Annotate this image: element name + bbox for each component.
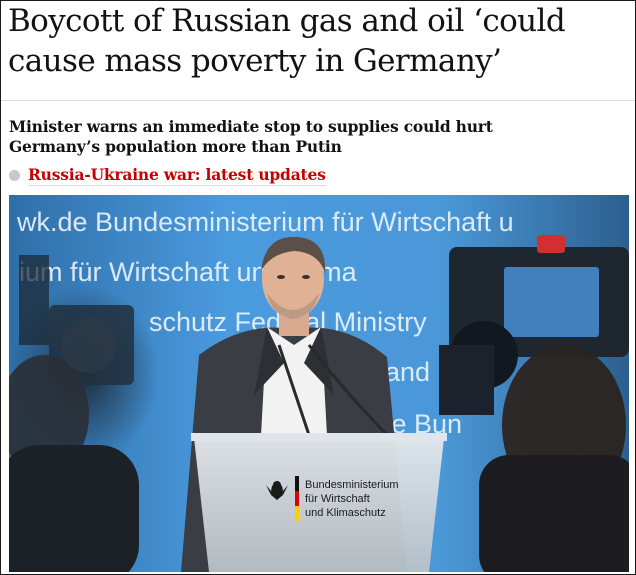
bullet-dot-icon	[9, 169, 20, 181]
press-conference-photo: wk.de Bundesministerium für Wirtschaft u…	[9, 195, 629, 572]
flag-stripe-black	[295, 476, 299, 491]
article-standfirst: Minister warns an immediate stop to supp…	[9, 117, 609, 157]
podium-text-line-2: für Wirtschaft	[305, 493, 370, 505]
flag-stripe-gold	[295, 506, 299, 521]
podium-text-line-1: Bundesministerium	[305, 479, 399, 491]
divider	[1, 100, 635, 101]
audience-body-left	[9, 445, 139, 572]
standfirst-line-2: Germany’s population more than Putin	[9, 137, 342, 156]
flag-stripe-red	[295, 491, 299, 506]
podium-text-line-3: und Klimaschutz	[305, 507, 386, 519]
podium: Bundesministerium für Wirtschaft und Kli…	[191, 433, 447, 572]
backdrop-text-row-4: and	[385, 357, 430, 387]
article-headline: Boycott of Russian gas and oil ‘could ca…	[8, 1, 633, 81]
headline-line-1: Boycott of Russian gas and oil ‘could	[8, 3, 566, 39]
standfirst-line-1: Minister warns an immediate stop to supp…	[9, 117, 493, 136]
article-frame: Boycott of Russian gas and oil ‘could ca…	[0, 0, 636, 575]
related-link-latest-updates[interactable]: Russia-Ukraine war: latest updates	[28, 165, 326, 186]
headline-line-2: cause mass poverty in Germany’	[8, 43, 502, 79]
audience-body-right	[479, 455, 629, 572]
article-photo: wk.de Bundesministerium für Wirtschaft u…	[9, 195, 629, 572]
related-link-row: Russia-Ukraine war: latest updates	[9, 163, 326, 187]
backdrop-text-row-1: wk.de Bundesministerium für Wirtschaft u	[16, 207, 514, 237]
